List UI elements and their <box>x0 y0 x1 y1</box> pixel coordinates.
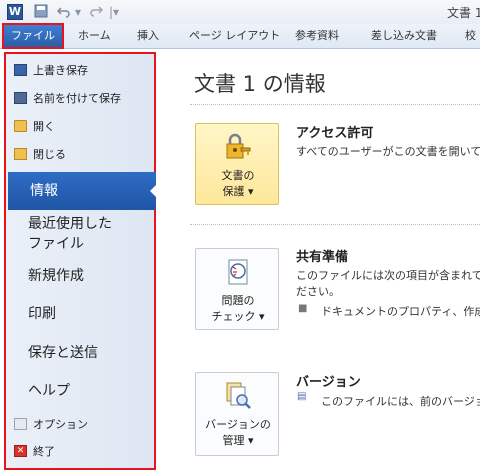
document-icon: ▤ <box>297 391 307 402</box>
options-icon <box>14 418 27 430</box>
menu-info-label: 情報 <box>30 183 58 199</box>
menu-close-label: 閉じる <box>33 148 66 161</box>
redo-icon[interactable] <box>88 4 104 20</box>
menu-options-label: オプション <box>33 418 88 431</box>
window-title: 文書 1 <box>447 6 480 20</box>
page-title: 文書 1 の情報 <box>194 72 326 96</box>
info-panel: 文書 1 の情報 文書の 保護 ▾ アクセス許可 すべてのユーザーがこの文書を開… <box>160 48 480 476</box>
versions-label-1: バージョンの <box>205 418 271 431</box>
menu-save[interactable]: 上書き保存 <box>14 59 88 83</box>
title-bar: W ▾ |▾ 文書 1 <box>0 0 480 24</box>
check-label-1: 問題の <box>221 294 255 307</box>
check-label-2: チェック ▾ <box>211 310 265 323</box>
exit-icon: ✕ <box>14 445 27 457</box>
checklist-icon <box>228 259 248 285</box>
permissions-text: すべてのユーザーがこの文書を開いて <box>296 145 480 158</box>
save-icon <box>14 64 27 76</box>
menu-new[interactable]: 新規作成 <box>28 266 84 286</box>
menu-close[interactable]: 閉じる <box>14 143 66 167</box>
prepare-text-1: このファイルには次の項目が含まれて <box>296 269 480 282</box>
menu-open[interactable]: 開く <box>14 115 55 139</box>
menu-info[interactable]: 情報 <box>8 172 156 210</box>
tab-page-layout[interactable]: ページ レイアウト <box>189 26 280 46</box>
manage-versions-button[interactable]: バージョンの 管理 ▾ <box>195 372 279 456</box>
versions-text: このファイルには、前のバージョン <box>321 395 480 408</box>
menu-recent[interactable]: 最近使用した ファイル <box>28 214 112 254</box>
menu-recent-line2: ファイル <box>28 236 84 252</box>
open-folder-icon <box>14 120 27 132</box>
versions-heading: バージョン <box>296 375 361 390</box>
prepare-text-2: ださい。 <box>296 285 340 298</box>
versions-label-2: 管理 ▾ <box>222 434 254 447</box>
menu-save-send[interactable]: 保存と送信 <box>28 343 98 363</box>
protect-label-2: 保護 ▾ <box>222 185 254 198</box>
menu-save-label: 上書き保存 <box>33 64 88 77</box>
save-as-icon <box>14 92 27 104</box>
tab-review[interactable]: 校 <box>465 26 476 46</box>
tab-insert[interactable]: 挿入 <box>137 26 159 46</box>
menu-help[interactable]: ヘルプ <box>28 381 70 401</box>
close-folder-icon <box>14 148 27 160</box>
check-for-issues-button[interactable]: 問題の チェック ▾ <box>195 248 279 330</box>
prepare-bullet-text: ドキュメントのプロパティ、作成者 <box>321 305 480 318</box>
permissions-heading: アクセス許可 <box>296 126 374 141</box>
tab-references[interactable]: 参考資料 <box>295 26 339 46</box>
lock-key-icon <box>226 133 251 159</box>
menu-save-as-label: 名前を付けて保存 <box>33 92 121 105</box>
menu-options[interactable]: オプション <box>14 413 88 437</box>
menu-print[interactable]: 印刷 <box>28 304 56 324</box>
menu-exit-label: 終了 <box>33 445 55 458</box>
menu-open-label: 開く <box>33 120 55 133</box>
menu-exit[interactable]: ✕ 終了 <box>14 440 55 464</box>
protect-label-1: 文書の <box>221 169 255 182</box>
divider <box>190 224 480 225</box>
menu-save-as[interactable]: 名前を付けて保存 <box>14 87 121 111</box>
tab-mailings[interactable]: 差し込み文書 <box>371 26 437 46</box>
prepare-heading: 共有準備 <box>296 250 349 265</box>
save-icon[interactable] <box>33 4 49 20</box>
menu-recent-line1: 最近使用した <box>28 216 112 232</box>
divider <box>190 104 480 105</box>
tab-home[interactable]: ホーム <box>78 26 111 46</box>
backstage-menu: 上書き保存 名前を付けて保存 開く 閉じる 情報 最近使用した ファイル 新規作… <box>4 52 156 470</box>
word-app-icon[interactable]: W <box>7 4 23 20</box>
selected-arrow-icon <box>150 185 156 197</box>
tab-file[interactable]: ファイル <box>2 23 64 49</box>
protect-document-button[interactable]: 文書の 保護 ▾ <box>195 123 279 205</box>
chevron-down-icon[interactable]: ▾ <box>70 4 86 20</box>
bullet-icon: ■ <box>298 303 308 314</box>
customize-qat-icon[interactable]: |▾ <box>106 4 122 20</box>
document-magnifier-icon <box>226 382 251 409</box>
